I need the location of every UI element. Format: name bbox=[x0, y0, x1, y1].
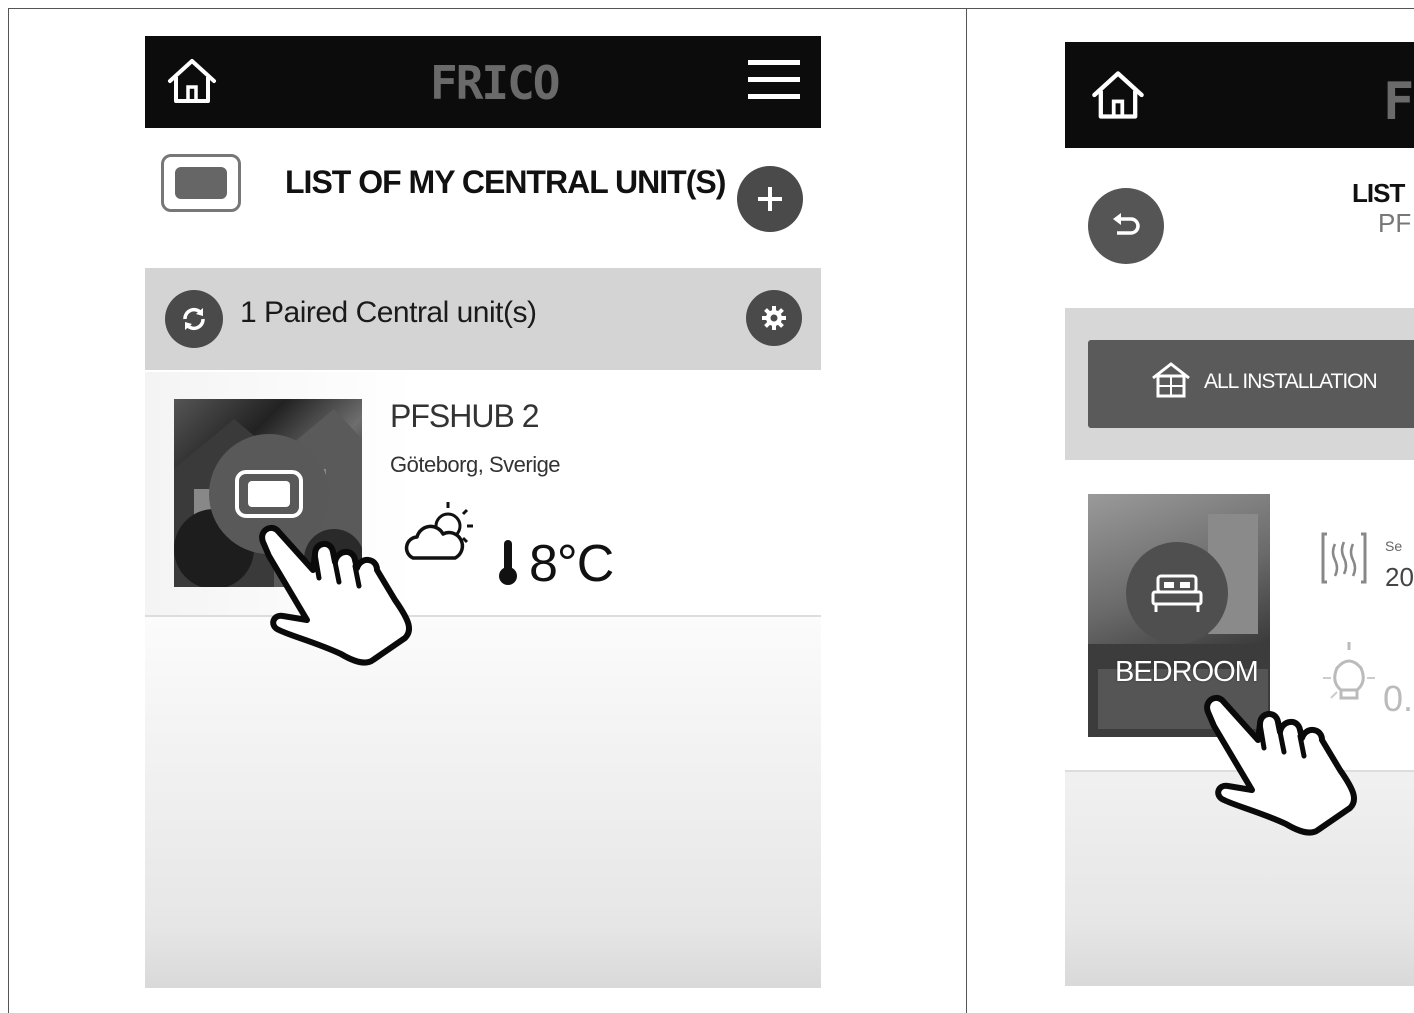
setpoint-value: 20 bbox=[1385, 562, 1414, 592]
menu-icon[interactable] bbox=[745, 54, 803, 106]
paired-units-label: 1 Paired Central unit(s) bbox=[240, 296, 537, 329]
central-unit-icon bbox=[235, 470, 303, 518]
screen-fade bbox=[145, 568, 821, 988]
room-name: BEDROOM bbox=[1115, 656, 1259, 688]
settings-button[interactable] bbox=[746, 290, 802, 346]
thermometer-icon bbox=[499, 540, 517, 585]
back-button[interactable] bbox=[1088, 188, 1164, 264]
page-title: LIST bbox=[1352, 178, 1405, 208]
add-unit-button[interactable] bbox=[737, 166, 803, 232]
top-bar: FRICO bbox=[145, 36, 821, 128]
home-icon[interactable] bbox=[163, 54, 221, 108]
unit-location: Göteborg, Sverige bbox=[390, 452, 561, 477]
frame-top bbox=[8, 8, 1414, 9]
all-installation-button[interactable]: ALL INSTALLATION bbox=[1088, 340, 1414, 428]
gear-icon bbox=[762, 306, 786, 330]
frico-logo: FRICO bbox=[430, 56, 560, 110]
card-divider bbox=[1065, 770, 1414, 772]
all-installation-label: ALL INSTALLATION bbox=[1204, 370, 1378, 393]
open-room-button[interactable] bbox=[1126, 542, 1228, 644]
central-unit-icon bbox=[161, 154, 241, 212]
card-divider bbox=[145, 615, 821, 617]
right-phone-screen: F LIST PF ALL INSTALLATION BEDROOM Se 20… bbox=[1065, 42, 1414, 986]
heating-icon bbox=[1321, 532, 1367, 584]
power-value: 0. bbox=[1383, 678, 1414, 719]
bed-icon bbox=[1151, 574, 1203, 612]
back-arrow-icon bbox=[1113, 213, 1140, 235]
lightbulb-icon bbox=[1323, 642, 1375, 700]
partly-cloudy-icon bbox=[404, 502, 473, 560]
setpoint-label: Se bbox=[1385, 538, 1403, 554]
plus-icon bbox=[758, 187, 782, 211]
house-icon bbox=[1152, 362, 1190, 398]
frame-divider bbox=[966, 8, 967, 1013]
temperature-value: 8°C bbox=[529, 535, 614, 593]
home-icon[interactable] bbox=[1087, 66, 1149, 124]
top-bar: F bbox=[1065, 42, 1414, 148]
page-subtitle: PF bbox=[1378, 208, 1412, 238]
unit-name: PFSHUB 2 bbox=[390, 398, 539, 434]
open-unit-button[interactable] bbox=[209, 434, 329, 554]
frame-left bbox=[8, 8, 9, 1013]
frico-logo: F bbox=[1383, 72, 1414, 132]
left-phone-screen: FRICO LIST OF MY CENTRAL UNIT(S) 1 Paire… bbox=[145, 36, 821, 988]
refresh-button[interactable] bbox=[165, 290, 223, 348]
page-title: LIST OF MY CENTRAL UNIT(S) bbox=[285, 164, 726, 200]
refresh-icon bbox=[183, 307, 205, 331]
